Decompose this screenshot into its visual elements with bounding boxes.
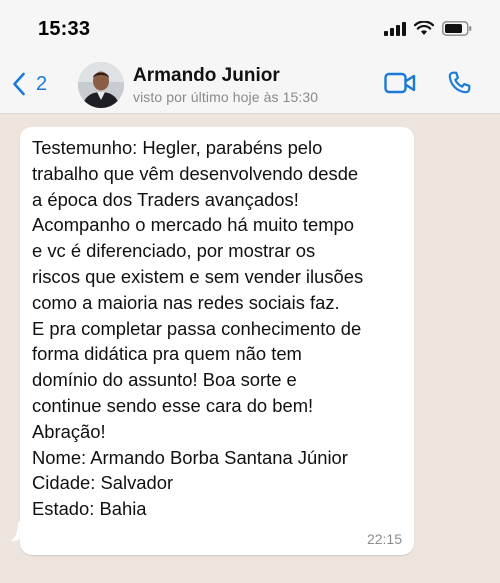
- avatar[interactable]: [78, 62, 124, 108]
- signal-icon: [384, 21, 406, 36]
- video-call-button[interactable]: [384, 72, 416, 99]
- chevron-left-icon: [13, 72, 25, 96]
- unread-count: 2: [36, 72, 48, 95]
- voice-call-button[interactable]: [446, 70, 472, 101]
- status-time: 15:33: [38, 18, 91, 40]
- chat-header: 2 Armando Junior visto por último hoje à…: [0, 56, 500, 114]
- last-seen-status: visto por último hoje às 15:30: [133, 89, 319, 105]
- message-bubble[interactable]: Testemunho: Hegler, parabéns pelo trabal…: [20, 127, 414, 555]
- avatar-image: [78, 62, 124, 108]
- contact-name[interactable]: Armando Junior: [133, 65, 280, 87]
- back-button[interactable]: 2: [12, 68, 47, 100]
- phone-icon: [448, 71, 471, 94]
- video-camera-icon: [384, 72, 416, 94]
- battery-icon: [442, 21, 472, 36]
- message-timestamp: 22:15: [366, 531, 402, 547]
- chat-area[interactable]: Testemunho: Hegler, parabéns pelo trabal…: [0, 114, 500, 583]
- message-text: Testemunho: Hegler, parabéns pelo trabal…: [32, 137, 364, 520]
- status-icons: [384, 21, 472, 36]
- status-bar: 15:33: [0, 0, 500, 56]
- wifi-icon: [414, 21, 434, 35]
